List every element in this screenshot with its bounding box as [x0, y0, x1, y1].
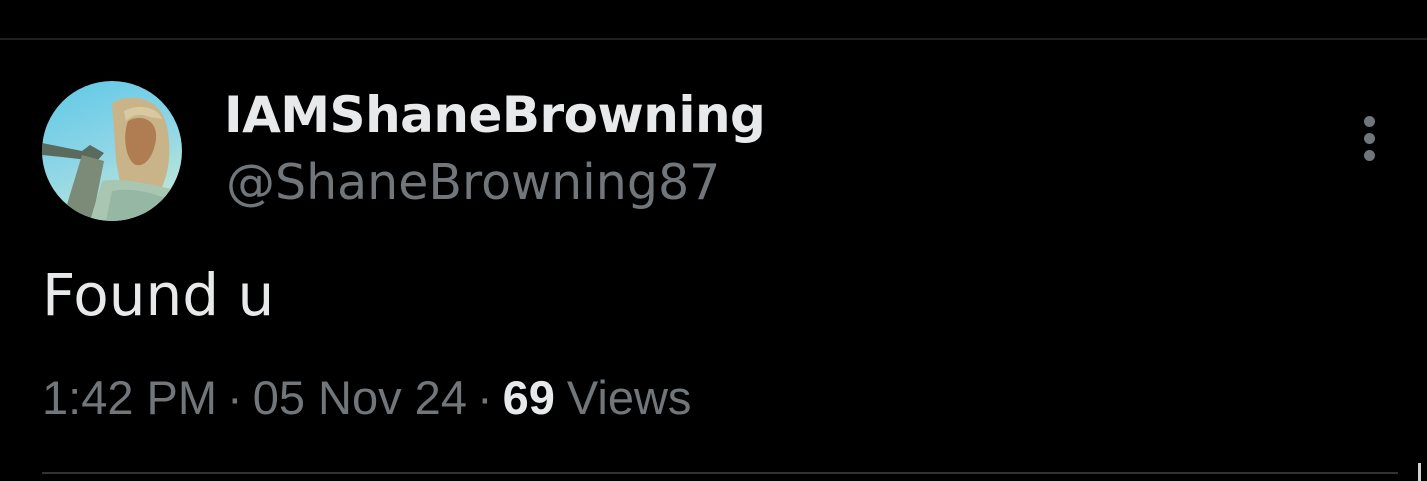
tweet[interactable]: IAMShaneBrowning @ShaneBrowning87 Found …: [0, 40, 1427, 481]
tweet-text: Found u: [42, 261, 275, 329]
tweet-time[interactable]: 1:42 PM: [42, 371, 217, 424]
tweet-date[interactable]: 05 Nov 24: [253, 371, 467, 424]
more-vertical-icon: [1364, 116, 1375, 127]
tweet-metadata: 1:42 PM · 05 Nov 24 · 69 Views: [42, 374, 691, 421]
bottom-divider: [42, 472, 1398, 474]
meta-separator: ·: [476, 371, 493, 424]
author-display-name[interactable]: IAMShaneBrowning: [224, 90, 766, 140]
scrollbar-edge: [1418, 463, 1421, 481]
author-handle[interactable]: @ShaneBrowning87: [226, 158, 720, 207]
more-vertical-icon-dot: [1364, 133, 1375, 144]
views-count: 69: [502, 371, 555, 424]
more-vertical-icon-dot: [1364, 150, 1375, 161]
avatar-image: [42, 81, 182, 221]
more-options-button[interactable]: [1350, 110, 1390, 166]
views-label: Views: [566, 371, 692, 424]
avatar[interactable]: [42, 81, 182, 221]
meta-separator: ·: [227, 371, 243, 424]
